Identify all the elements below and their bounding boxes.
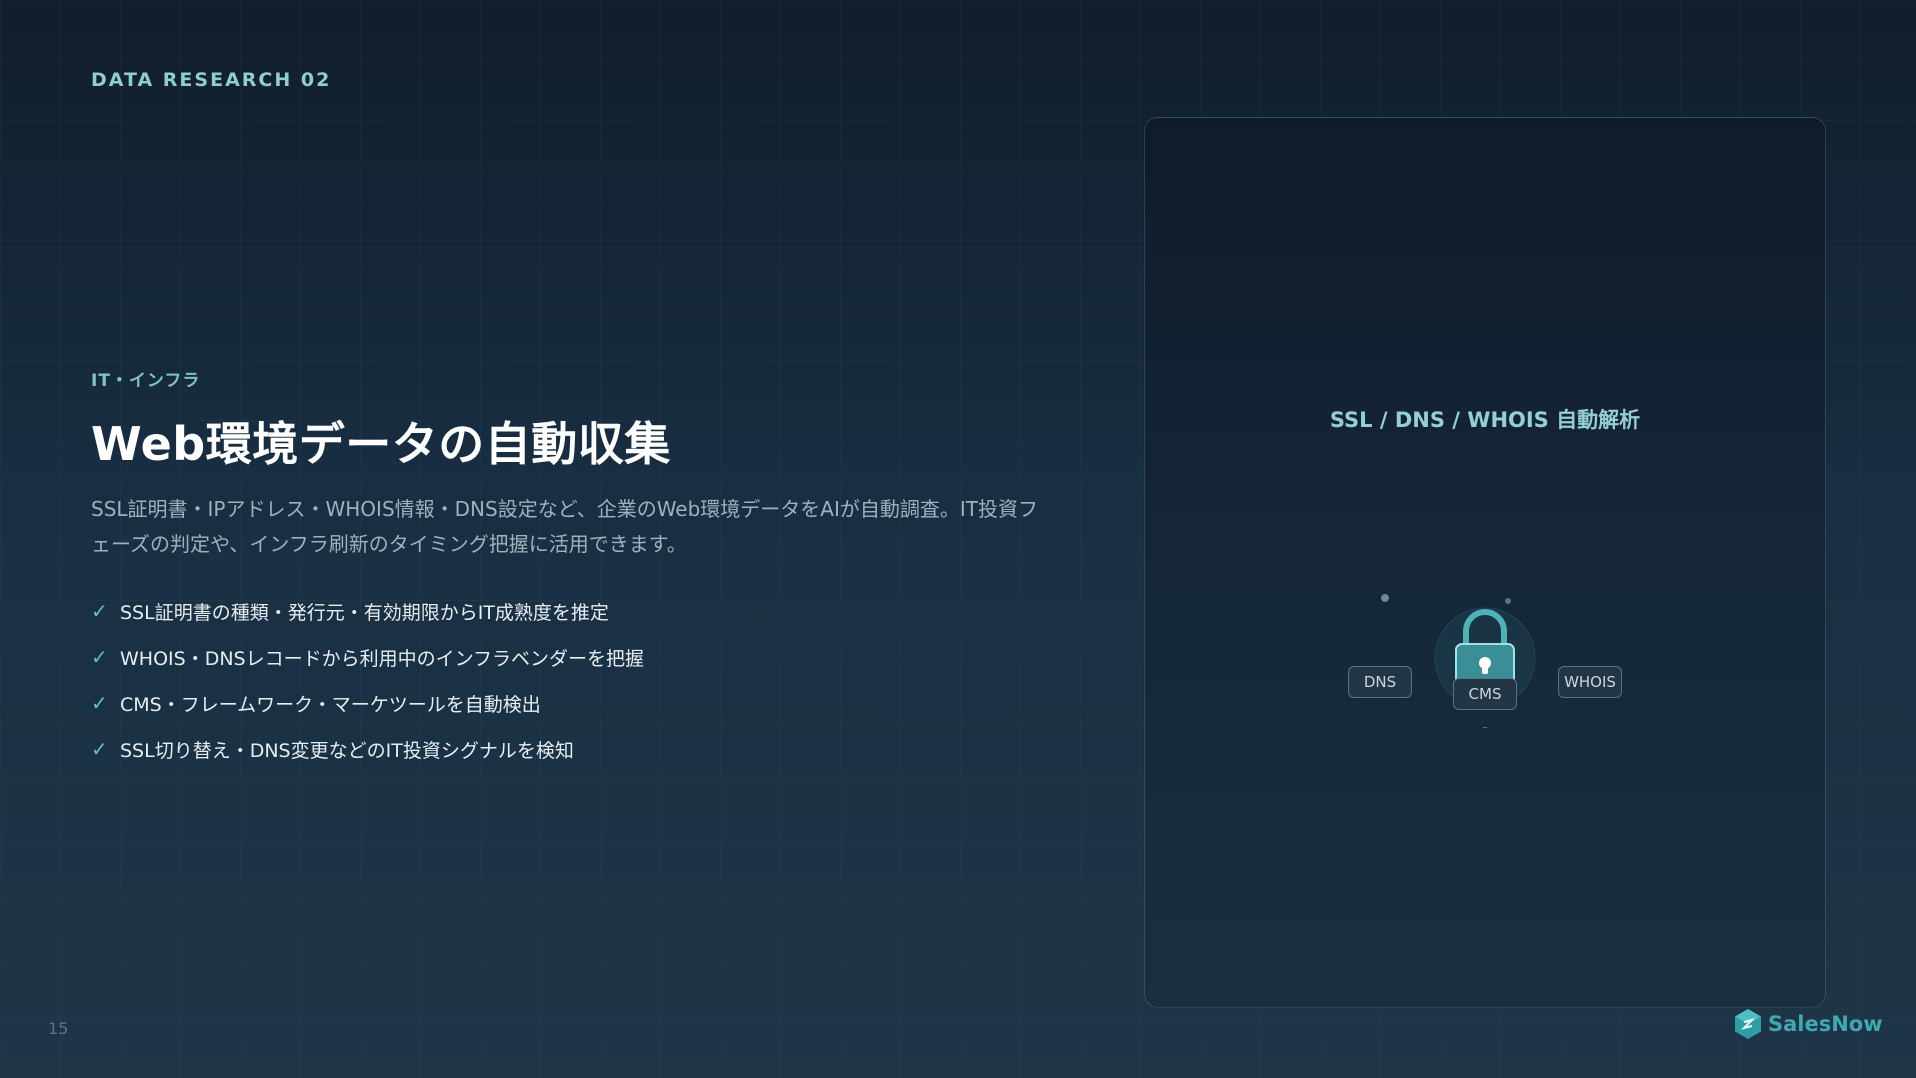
feature-text: SSL証明書の種類・発行元・有効期限からIT成熟度を推定 (120, 601, 609, 624)
feature-list: ✓ SSL証明書の種類・発行元・有効期限からIT成熟度を推定 ✓ WHOIS・D… (91, 588, 644, 772)
brand-name: SalesNow (1768, 1012, 1883, 1036)
feature-item: ✓ SSL切り替え・DNS変更などのIT投資シグナルを検知 (91, 726, 644, 772)
feature-text: WHOIS・DNSレコードから利用中のインフラベンダーを把握 (120, 647, 645, 670)
feature-item: ✓ WHOIS・DNSレコードから利用中のインフラベンダーを把握 (91, 634, 644, 680)
decor-dot (1381, 594, 1389, 602)
decor-dot (1505, 598, 1511, 604)
brand-logo: SalesNow (1734, 1008, 1883, 1040)
whois-node: WHOIS (1558, 666, 1622, 698)
card-title: SSL / DNS / WHOIS 自動解析 (1329, 408, 1641, 432)
page-number: 15 (48, 1019, 69, 1038)
check-icon: ✓ (91, 737, 108, 761)
feature-item: ✓ SSL証明書の種類・発行元・有効期限からIT成熟度を推定 (91, 588, 644, 634)
feature-text: SSL切り替え・DNS変更などのIT投資シグナルを検知 (120, 739, 574, 762)
check-icon: ✓ (91, 645, 108, 669)
check-icon: ✓ (91, 599, 108, 623)
feature-text: CMS・フレームワーク・マーケツールを自動検出 (120, 693, 541, 716)
cms-node: CMS (1453, 678, 1517, 710)
description-text: SSL証明書・IPアドレス・WHOIS情報・DNS設定など、企業のWeb環境デー… (91, 497, 1038, 556)
feature-item: ✓ CMS・フレームワーク・マーケツールを自動検出 (91, 680, 644, 726)
check-icon: ✓ (91, 691, 108, 715)
page-title: Web環境データの自動収集 (91, 417, 671, 471)
section-eyebrow: DATA RESEARCH 02 (91, 69, 332, 91)
hexagon-logo-icon (1735, 1009, 1761, 1039)
illustration-card: SSL / DNS / WHOIS 自動解析 DNS CMS WHOIS (1144, 117, 1826, 1008)
category-label: IT・インフラ (91, 371, 201, 391)
dns-node: DNS (1348, 666, 1412, 698)
